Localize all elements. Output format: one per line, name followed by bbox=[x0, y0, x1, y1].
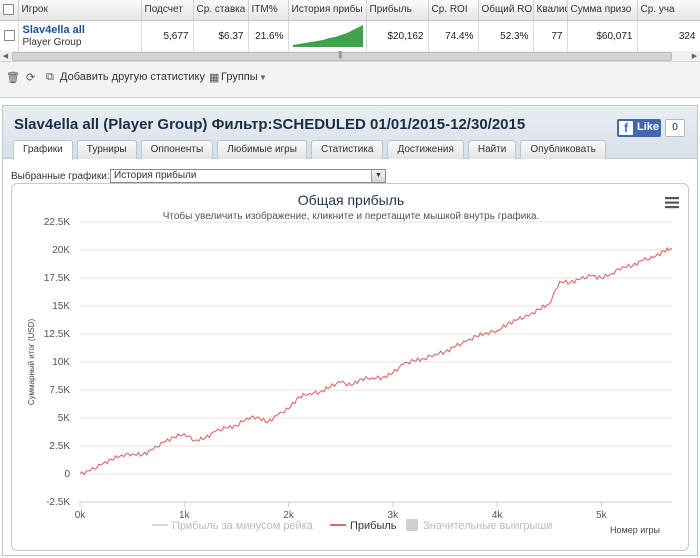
itm-cell: 21.6% bbox=[248, 20, 289, 53]
chart-subtitle: Чтобы увеличить изображение, кликните и … bbox=[163, 210, 540, 222]
x-tick-label: 5k bbox=[596, 510, 608, 521]
scrollbar-thumb[interactable]: ||| bbox=[12, 50, 672, 61]
column-header[interactable]: Игрок bbox=[18, 0, 142, 21]
add-stats-icon: ⧉ bbox=[46, 71, 54, 83]
total-roi-cell: 52.3% bbox=[478, 20, 534, 53]
chart-title: Общая прибыль bbox=[298, 192, 404, 208]
player-cell[interactable]: Slav4ella all Player Group bbox=[18, 20, 142, 53]
chart-gridlines bbox=[80, 221, 672, 503]
y-tick-label: 15K bbox=[52, 301, 70, 312]
y-tick-label: 0 bbox=[64, 469, 70, 480]
chart-select-value: История прибыли bbox=[114, 170, 197, 181]
legend-item-label[interactable]: Прибыль за минусом рейка bbox=[172, 520, 314, 532]
y-axis-label: Суммарный итог (USD) bbox=[27, 319, 36, 406]
y-tick-label: 12.5K bbox=[44, 329, 70, 340]
like-label: Like bbox=[637, 121, 660, 133]
tab-opponents[interactable]: Оппоненты bbox=[140, 140, 214, 159]
avg-roi-cell: 74.4% bbox=[428, 20, 479, 53]
column-header[interactable]: Ср. ставка bbox=[193, 0, 249, 21]
tab-favorite-games[interactable]: Любимые игры bbox=[217, 140, 307, 159]
y-tick-label: 5K bbox=[58, 413, 71, 424]
column-header[interactable]: Подсчет bbox=[141, 0, 194, 21]
column-header[interactable]: История прибы bbox=[288, 0, 367, 21]
sparkline-area bbox=[292, 24, 363, 47]
series-line-profit bbox=[79, 246, 673, 476]
column-header[interactable]: Общий ROI bbox=[478, 0, 534, 21]
player-name-link[interactable]: Slav4ella all bbox=[23, 24, 137, 37]
avg-stake-cell: $6.37 bbox=[193, 20, 249, 53]
profit-history-sparkline bbox=[288, 20, 367, 53]
player-group-label: Player Group bbox=[22, 36, 82, 48]
avg-entrants-cell: 324 bbox=[637, 20, 700, 53]
grid-toolbar: 🗑 ⟳ ⧉ Добавить другую статистику ▦ Групп… bbox=[0, 68, 700, 86]
chart-legend: Прибыль за минусом рейка Прибыль Значитель… bbox=[152, 519, 552, 532]
scroll-right-icon[interactable]: ▶ bbox=[690, 52, 699, 61]
tab-publish[interactable]: Опубликовать bbox=[520, 140, 606, 159]
y-tick-label: 10K bbox=[52, 357, 70, 368]
row-select-cell[interactable] bbox=[0, 20, 19, 53]
stats-grid: Игрок Подсчет Ср. ставка ITM% История пр… bbox=[0, 0, 700, 98]
chevron-down-icon[interactable]: ▼ bbox=[371, 170, 385, 182]
chart-select-label: Выбранные графики: bbox=[11, 171, 110, 182]
y-tick-label: 2.5K bbox=[49, 441, 70, 452]
report-panel: Slav4ella all (Player Group) Фильтр:SCHE… bbox=[2, 105, 698, 556]
facebook-like-button[interactable]: f Like bbox=[617, 119, 661, 137]
column-header[interactable]: Квалиф bbox=[533, 0, 568, 21]
groups-icon: ▦ bbox=[209, 72, 220, 84]
stats-table: Игрок Подсчет Ср. ставка ITM% История пр… bbox=[0, 0, 700, 53]
groups-button[interactable]: Группы bbox=[221, 71, 258, 83]
page-title: Slav4ella all (Player Group) Фильтр:SCHE… bbox=[14, 116, 526, 133]
add-stats-button[interactable]: Добавить другую статистику bbox=[60, 71, 205, 83]
chevron-down-icon[interactable]: ▼ bbox=[259, 73, 267, 82]
x-axis-ticks: 0k 1k 2k 3k 4k 5k bbox=[75, 502, 608, 521]
column-header[interactable]: Сумма призо bbox=[567, 0, 638, 21]
table-header-row: Игрок Подсчет Ср. ставка ITM% История пр… bbox=[0, 0, 700, 21]
y-axis-ticks: -2.5K 0 2.5K 5K 7.5K 10K 12.5K 15K 17.5K 20K 22.5K bbox=[44, 217, 71, 508]
tab-find[interactable]: Найти bbox=[467, 140, 517, 159]
profit-cell: $20,162 bbox=[366, 20, 429, 53]
like-count: 0 bbox=[665, 119, 685, 137]
scroll-left-icon[interactable]: ◀ bbox=[1, 52, 10, 61]
chart-container[interactable]: Общая прибыль Чтобы увеличить изображени… bbox=[11, 183, 689, 551]
tab-statistics[interactable]: Статистика bbox=[310, 140, 384, 159]
column-header[interactable]: Ср. ROI bbox=[428, 0, 479, 21]
select-all-header[interactable] bbox=[0, 0, 19, 21]
series-layer bbox=[79, 246, 673, 476]
legend-item-label[interactable]: Прибыль bbox=[350, 520, 397, 532]
legend-swatch[interactable] bbox=[406, 519, 418, 531]
tab-achievements[interactable]: Достижения bbox=[387, 140, 464, 159]
column-header[interactable]: Ср. уча bbox=[637, 0, 700, 21]
row-checkbox[interactable] bbox=[4, 30, 15, 42]
select-all-checkbox[interactable] bbox=[3, 4, 14, 16]
y-tick-label: 17.5K bbox=[44, 273, 70, 284]
menu-icon[interactable] bbox=[665, 197, 679, 209]
column-header[interactable]: Прибыль bbox=[366, 0, 429, 21]
facebook-icon: f bbox=[619, 121, 633, 135]
trash-icon[interactable]: 🗑 bbox=[6, 71, 20, 84]
sparkline-chart bbox=[292, 24, 363, 47]
panel-header: Slav4ella all (Player Group) Фильтр:SCHE… bbox=[3, 106, 697, 160]
table-row[interactable]: Slav4ella all Player Group 5,677 $6.37 2… bbox=[0, 20, 700, 53]
profit-chart[interactable]: Общая прибыль Чтобы увеличить изображени… bbox=[12, 184, 690, 552]
horizontal-scrollbar[interactable]: ◀ ||| ▶ bbox=[0, 50, 700, 62]
refresh-icon[interactable]: ⟳ bbox=[26, 71, 35, 84]
legend-item-label[interactable]: Значительные выигрыши bbox=[423, 520, 552, 532]
chart-select-dropdown[interactable]: История прибыли ▼ bbox=[110, 169, 386, 183]
column-header[interactable]: ITM% bbox=[248, 0, 289, 21]
y-tick-label: 7.5K bbox=[49, 385, 70, 396]
x-axis-label: Номер игры bbox=[610, 525, 660, 535]
y-tick-label: 20K bbox=[52, 245, 70, 256]
y-tick-label: -2.5K bbox=[46, 497, 70, 508]
count-cell: 5,677 bbox=[141, 20, 194, 53]
grip-icon: ||| bbox=[338, 50, 342, 59]
prize-sum-cell: $60,071 bbox=[567, 20, 638, 53]
tab-bar: Графики Турниры Оппоненты Любимые игры С… bbox=[13, 140, 610, 160]
tab-charts[interactable]: Графики bbox=[13, 140, 73, 160]
tab-tournaments[interactable]: Турниры bbox=[76, 140, 137, 159]
x-tick-label: 0k bbox=[75, 510, 87, 521]
qualif-cell: 77 bbox=[533, 20, 568, 53]
y-tick-label: 22.5K bbox=[44, 217, 70, 228]
